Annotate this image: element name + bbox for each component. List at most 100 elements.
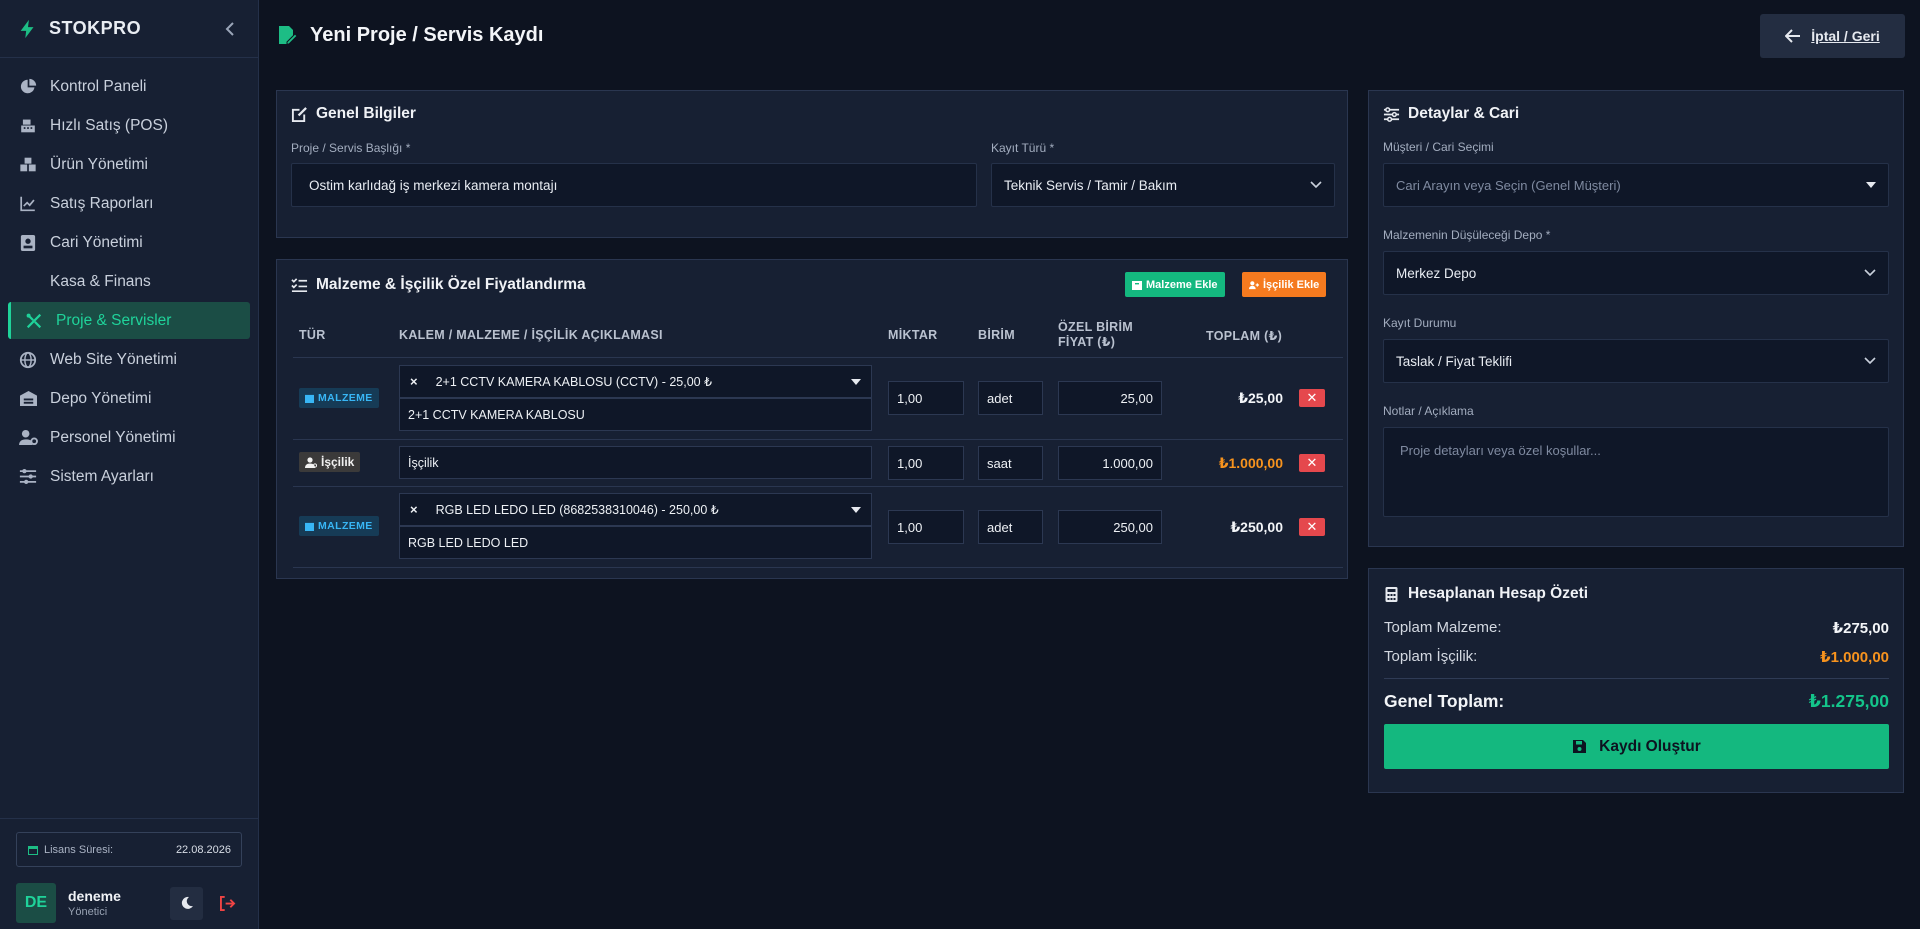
sidebar-item-urun-yonetimi[interactable]: Ürün Yönetimi xyxy=(8,146,250,183)
summary-labor-row: Toplam İşçilik: ₺1.000,00 xyxy=(1384,648,1889,666)
caret-down-icon xyxy=(851,378,861,385)
license-label: Lisans Süresi: xyxy=(44,843,114,856)
general-info-card: Genel Bilgiler Proje / Servis Başlığı * … xyxy=(276,90,1348,238)
summary-title: Hesaplanan Hesap Özeti xyxy=(1383,585,1588,603)
general-info-title: Genel Bilgiler xyxy=(291,105,416,123)
customer-select[interactable]: Cari Arayın veya Seçin (Genel Müşteri) xyxy=(1383,163,1889,207)
create-record-button[interactable]: Kaydı Oluştur xyxy=(1384,724,1889,769)
clear-selection-icon[interactable]: × xyxy=(410,374,418,389)
project-title-input[interactable]: Ostim karlıdağ iş merkezi kamera montajı xyxy=(291,163,977,207)
theme-toggle-button[interactable] xyxy=(170,886,203,920)
sidebar-item-label: Hızlı Satış (POS) xyxy=(50,116,168,134)
checklist-icon xyxy=(291,277,308,292)
sidebar-item-kontrol-paneli[interactable]: Kontrol Paneli xyxy=(8,68,250,105)
summary-material-row: Toplam Malzeme: ₺275,00 xyxy=(1384,619,1889,637)
summary-material-label: Toplam Malzeme: xyxy=(1384,619,1502,636)
add-material-button[interactable]: Malzeme Ekle xyxy=(1125,272,1225,297)
column-header-unit-price: ÖZEL BİRİM FİYAT (₺) xyxy=(1058,320,1133,349)
quantity-input[interactable]: 1,00 xyxy=(888,446,964,480)
summary-card: Hesaplanan Hesap Özeti Toplam Malzeme: ₺… xyxy=(1368,568,1904,793)
unit-input[interactable]: adet xyxy=(978,381,1043,415)
unit-value: adet xyxy=(987,390,1013,406)
chevron-down-icon xyxy=(1864,269,1876,277)
item-description-input[interactable]: 2+1 CCTV KAMERA KABLOSU xyxy=(399,398,872,431)
sidebar-item-web-site[interactable]: Web Site Yönetimi xyxy=(8,341,250,378)
project-title-value: Ostim karlıdağ iş merkezi kamera montajı xyxy=(309,177,558,193)
file-edit-icon xyxy=(279,25,298,44)
pie-chart-icon xyxy=(18,78,38,96)
box-icon xyxy=(305,522,314,531)
depot-label: Malzemenin Düşüleceği Depo * xyxy=(1383,228,1551,242)
chevron-down-icon xyxy=(1864,357,1876,365)
item-description-value: 2+1 CCTV KAMERA KABLOSU xyxy=(408,407,585,422)
calendar-icon xyxy=(28,845,38,855)
row-total: ₺250,00 xyxy=(1230,519,1283,535)
add-labor-button[interactable]: İşçilik Ekle xyxy=(1242,272,1327,297)
customer-label: Müşteri / Cari Seçimi xyxy=(1383,140,1494,154)
bolt-logo-icon xyxy=(20,19,34,38)
notes-textarea[interactable]: Proje detayları veya özel koşullar... xyxy=(1383,427,1889,517)
unit-price-input[interactable]: 25,00 xyxy=(1058,381,1162,415)
line-chart-icon xyxy=(18,195,38,213)
card-title-text: Hesaplanan Hesap Özeti xyxy=(1408,585,1589,602)
sidebar-item-label: Sistem Ayarları xyxy=(50,467,154,485)
sidebar-item-satis-raporlari[interactable]: Satış Raporları xyxy=(8,185,250,222)
user-plus-icon xyxy=(1249,280,1259,289)
sidebar-item-depo-yonetimi[interactable]: Depo Yönetimi xyxy=(8,380,250,417)
column-header-description: KALEM / MALZEME / İŞÇİLİK AÇIKLAMASI xyxy=(399,328,663,342)
unit-value: saat xyxy=(987,455,1012,471)
project-title-label: Proje / Servis Başlığı * xyxy=(291,141,411,155)
sidebar-item-cari-yonetimi[interactable]: Cari Yönetimi xyxy=(8,224,250,261)
box-icon xyxy=(1132,280,1142,290)
quantity-value: 1,00 xyxy=(897,390,923,406)
delete-row-button[interactable]: ✕ xyxy=(1299,518,1325,536)
chevron-left-icon[interactable] xyxy=(221,19,241,39)
card-title-text: Genel Bilgiler xyxy=(316,105,416,122)
logout-button[interactable] xyxy=(211,887,244,920)
depot-value: Merkez Depo xyxy=(1396,265,1477,281)
delete-row-button[interactable]: ✕ xyxy=(1299,389,1325,407)
record-type-select[interactable]: Teknik Servis / Tamir / Bakım xyxy=(991,163,1335,207)
chevron-down-icon xyxy=(1310,181,1322,189)
type-badge-labor: İşçilik xyxy=(299,452,361,472)
material-select[interactable]: × RGB LED LEDO LED (8682538310046) - 250… xyxy=(399,493,872,526)
add-labor-label: İşçilik Ekle xyxy=(1263,278,1320,291)
delete-row-button[interactable]: ✕ xyxy=(1299,454,1325,472)
sidebar-item-personel[interactable]: Personel Yönetimi xyxy=(8,419,250,456)
save-icon xyxy=(1573,740,1587,753)
user-role: Yönetici xyxy=(68,906,108,918)
sidebar-item-proje-servisler[interactable]: Proje & Servisler xyxy=(8,302,250,339)
material-select[interactable]: × 2+1 CCTV KAMERA KABLOSU (CCTV) - 25,00… xyxy=(399,365,872,398)
depot-select[interactable]: Merkez Depo xyxy=(1383,251,1889,295)
sidebar-item-label: Personel Yönetimi xyxy=(50,428,176,446)
unit-price-input[interactable]: 250,00 xyxy=(1058,510,1162,544)
type-badge-label: MALZEME xyxy=(318,392,373,404)
column-header-total: TOPLAM (₺) xyxy=(1206,329,1283,343)
record-type-label: Kayıt Türü * xyxy=(991,141,1055,155)
quantity-value: 1,00 xyxy=(897,519,923,535)
unit-input[interactable]: adet xyxy=(978,510,1043,544)
quantity-input[interactable]: 1,00 xyxy=(888,510,964,544)
cancel-back-button[interactable]: İptal / Geri xyxy=(1760,14,1905,58)
item-description-input[interactable]: RGB LED LEDO LED xyxy=(399,526,872,559)
quantity-input[interactable]: 1,00 xyxy=(888,381,964,415)
card-title-text: Detaylar & Cari xyxy=(1408,105,1520,122)
sidebar-item-sistem-ayarlari[interactable]: Sistem Ayarları xyxy=(8,458,250,495)
item-description-input[interactable]: İşçilik xyxy=(399,446,872,479)
unit-price-input[interactable]: 1.000,00 xyxy=(1058,446,1162,480)
details-card: Detaylar & Cari Müşteri / Cari Seçimi Ca… xyxy=(1368,90,1904,547)
clear-selection-icon[interactable]: × xyxy=(410,502,418,517)
table-divider xyxy=(293,567,1343,568)
arrow-left-icon xyxy=(1785,29,1801,43)
unit-input[interactable]: saat xyxy=(978,446,1043,480)
sidebar-item-hizli-satis[interactable]: Hızlı Satış (POS) xyxy=(8,107,250,144)
create-record-label: Kaydı Oluştur xyxy=(1599,737,1701,755)
sidebar-item-label: Satış Raporları xyxy=(50,194,154,212)
sidebar: STOKPRO Kontrol Paneli Hızlı Satış (POS)… xyxy=(0,0,259,929)
sidebar-item-kasa-finans[interactable]: Kasa & Finans xyxy=(8,263,250,300)
material-select-value: RGB LED LEDO LED (8682538310046) - 250,0… xyxy=(435,503,719,517)
sidebar-item-label: Depo Yönetimi xyxy=(50,389,152,407)
status-select[interactable]: Taslak / Fiyat Teklifi xyxy=(1383,339,1889,383)
warehouse-icon xyxy=(18,390,38,408)
license-date: 22.08.2026 xyxy=(175,843,231,856)
